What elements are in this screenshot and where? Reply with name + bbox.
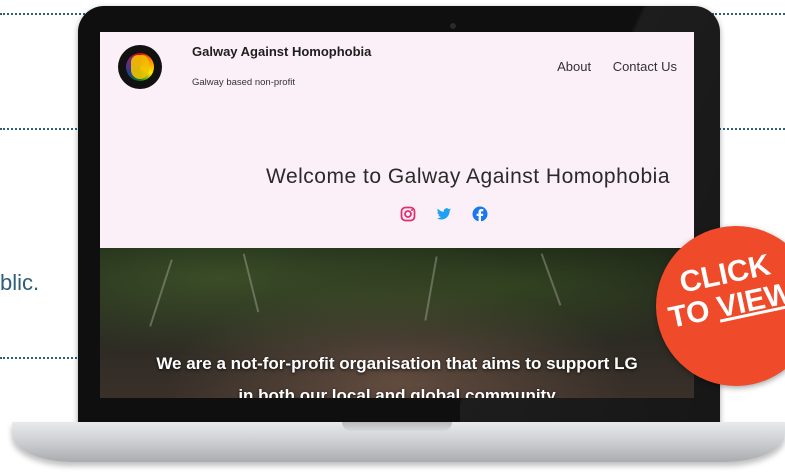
dotted-divider-mid-right (712, 128, 785, 130)
background-text-fragment: blic. (0, 270, 40, 295)
hand-logo-icon (131, 55, 149, 79)
site-title[interactable]: Galway Against Homophobia (192, 44, 371, 59)
hero-mission-text: We are a not-for-profit organisation tha… (156, 354, 638, 373)
site-logo[interactable] (118, 45, 162, 89)
tree-branch (424, 256, 438, 321)
website-preview[interactable]: Galway Against Homophobia Galway based n… (100, 32, 694, 398)
facebook-icon[interactable] (472, 206, 488, 222)
site-header: Galway Against Homophobia Galway based n… (100, 32, 694, 248)
tree-branch (540, 253, 562, 306)
laptop-screen[interactable]: Galway Against Homophobia Galway based n… (100, 32, 694, 398)
camera-dot (450, 23, 456, 29)
hero-mission-text-line2: in both our local and global community (238, 386, 556, 398)
dotted-divider-top-right (712, 13, 785, 15)
dotted-divider-top-left (0, 13, 96, 15)
laptop-base (12, 422, 785, 462)
site-tagline: Galway based non-profit (192, 77, 295, 88)
nav-link-contact[interactable]: Contact Us (613, 59, 677, 74)
tree-branch (242, 253, 260, 313)
badge-text-prefix: TO (665, 292, 721, 335)
welcome-heading: Welcome to Galway Against Homophobia (266, 165, 670, 188)
twitter-icon[interactable] (436, 206, 452, 222)
tree-branch (149, 259, 173, 327)
nav-link-about[interactable]: About (557, 59, 591, 74)
instagram-icon[interactable] (400, 206, 416, 222)
social-links (400, 206, 488, 222)
main-nav: About Contact Us (539, 59, 677, 74)
laptop-notch (342, 422, 452, 431)
hero-image: We are a not-for-profit organisation tha… (100, 248, 694, 398)
